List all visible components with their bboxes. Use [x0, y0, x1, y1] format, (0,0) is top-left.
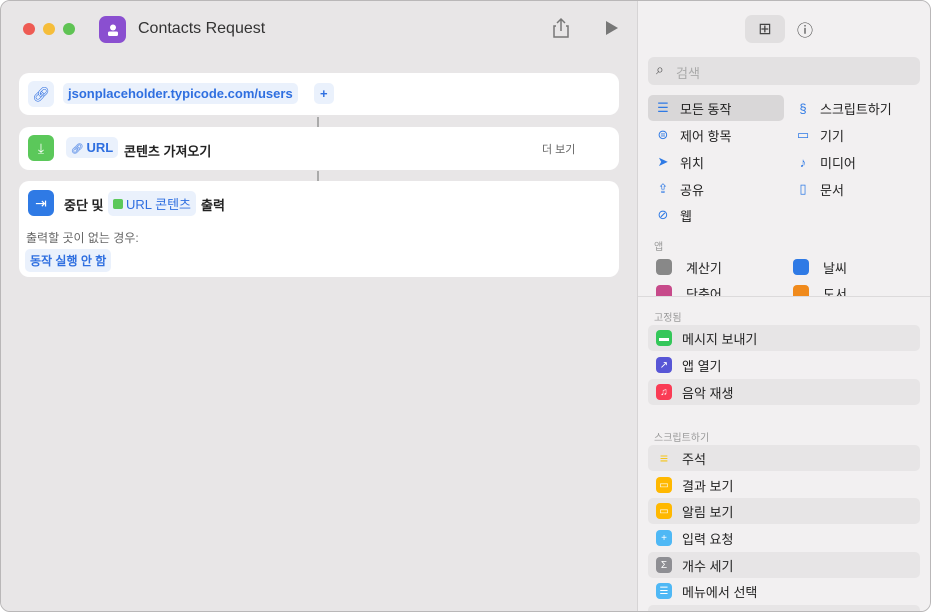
show-more-button[interactable]: 더 보기	[542, 141, 575, 157]
share-button[interactable]	[552, 17, 570, 44]
exit-icon: ⇥	[28, 190, 54, 216]
action-count[interactable]: Σ 개수 세기	[648, 552, 920, 578]
compass-icon: ⊘	[657, 207, 669, 222]
books-icon	[793, 285, 809, 296]
action-ask-input[interactable]: + 입력 요청	[648, 525, 920, 551]
url-action[interactable]: 🔗︎ jsonplaceholder.typicode.com/users +	[19, 73, 619, 115]
category-media[interactable]: ♪ 미디어	[788, 149, 856, 175]
music-icon: ♫	[656, 384, 672, 400]
result-icon: ▭	[656, 477, 672, 493]
calculator-icon	[656, 259, 672, 275]
link-icon: 🔗︎	[28, 81, 54, 107]
comment-icon: ≡	[659, 450, 669, 466]
window-title: Contacts Request	[138, 20, 266, 37]
app-books[interactable]: 도서	[793, 280, 847, 296]
pinned-header: 고정됨	[654, 313, 682, 324]
get-contents-action[interactable]: ⤓ 🔗︎ URL 콘텐츠 가져오기 더 보기	[19, 127, 619, 170]
action-library: ⊞ ⓘ ⌕ 검색 ☰ 모든 동작 § 스크립트하기 ⊜ 제어 항목 ▭ 기기 ➤ 위치 ♪ 미…	[637, 1, 930, 611]
scripting-header: 스크립트하기	[654, 433, 710, 444]
display-icon: ▭	[796, 127, 810, 142]
fallback-label: 출력할 곳이 없는 경우:	[26, 231, 139, 245]
shortcuts-window: Contacts Request 🔗︎ jsonplaceholder.typi…	[0, 0, 931, 612]
search-input[interactable]: ⌕ 검색	[648, 57, 920, 85]
weather-icon	[793, 259, 809, 275]
music-note-icon: ♪	[799, 154, 807, 170]
menu-icon: ☰	[656, 583, 672, 599]
document-icon: ▯	[799, 181, 807, 196]
action-show-alert[interactable]: ▭ 알림 보기	[648, 498, 920, 524]
pinned-open-app[interactable]: ↗ 앱 열기	[648, 352, 920, 378]
action-suffix: 출력	[201, 198, 225, 213]
action-comment[interactable]: ≡ 주석	[648, 445, 920, 471]
download-icon: ⤓	[28, 135, 54, 161]
search-icon: ⌕	[656, 61, 664, 77]
add-url-button[interactable]: +	[314, 83, 334, 104]
category-documents[interactable]: ▯ 문서	[788, 176, 844, 202]
sigma-icon: Σ	[656, 557, 672, 573]
url-variable-token[interactable]: 🔗︎ URL	[66, 137, 119, 158]
connector	[317, 171, 319, 181]
category-location[interactable]: ➤ 위치	[648, 149, 704, 175]
close-button[interactable]	[23, 23, 35, 35]
stop-output-action[interactable]: ⇥ 중단 및 URL 콘텐츠 출력 출력할 곳이 없는 경우: 동작 실행 안 …	[19, 181, 619, 277]
shortcut-icon[interactable]	[99, 16, 126, 43]
app-calculator[interactable]: 계산기	[656, 254, 722, 280]
message-icon: ▬	[656, 330, 672, 346]
zoom-button[interactable]	[63, 23, 75, 35]
url-token[interactable]: jsonplaceholder.typicode.com/users	[63, 83, 298, 104]
action-label: 콘텐츠 가져오기	[124, 144, 212, 159]
app-shortcuts[interactable]: 단축어	[656, 280, 722, 296]
action-prefix: 중단 및	[64, 198, 104, 213]
action-partial[interactable]	[648, 605, 920, 611]
alert-icon: ▭	[656, 503, 672, 519]
url-contents-token[interactable]: URL 콘텐츠	[108, 191, 197, 216]
info-tab[interactable]: ⓘ	[785, 15, 825, 43]
app-weather[interactable]: 날씨	[793, 254, 847, 280]
action-show-result[interactable]: ▭ 결과 보기	[648, 472, 920, 498]
run-button[interactable]	[605, 20, 619, 41]
add-action-tab[interactable]: ⊞	[745, 15, 785, 43]
script-icon: §	[799, 100, 807, 116]
share-icon: ⇪	[657, 181, 669, 196]
arrow-icon: ↗	[656, 357, 672, 373]
category-device[interactable]: ▭ 기기	[788, 122, 844, 148]
category-sharing[interactable]: ⇪ 공유	[648, 176, 704, 202]
list-icon: ☰	[657, 100, 669, 115]
pinned-send-message[interactable]: ▬ 메시지 보내기	[648, 325, 920, 351]
apps-header: 앱	[654, 242, 664, 253]
category-scripting[interactable]: § 스크립트하기	[788, 95, 891, 121]
shortcuts-app-icon	[656, 285, 672, 296]
category-controls[interactable]: ⊜ 제어 항목	[648, 122, 732, 148]
connector	[317, 117, 319, 127]
fallback-value[interactable]: 동작 실행 안 함	[25, 249, 112, 272]
editor-pane: Contacts Request 🔗︎ jsonplaceholder.typi…	[1, 1, 637, 611]
input-icon: +	[656, 530, 672, 546]
toggle-icon: ⊜	[657, 127, 669, 142]
category-all-actions[interactable]: ☰ 모든 동작	[648, 95, 784, 121]
action-choose-menu[interactable]: ☰ 메뉴에서 선택	[648, 578, 920, 604]
minimize-button[interactable]	[43, 23, 55, 35]
divider	[638, 296, 930, 297]
location-icon: ➤	[657, 154, 669, 169]
pinned-play-music[interactable]: ♫ 음악 재생	[648, 379, 920, 405]
category-web[interactable]: ⊘ 웹	[648, 202, 692, 228]
